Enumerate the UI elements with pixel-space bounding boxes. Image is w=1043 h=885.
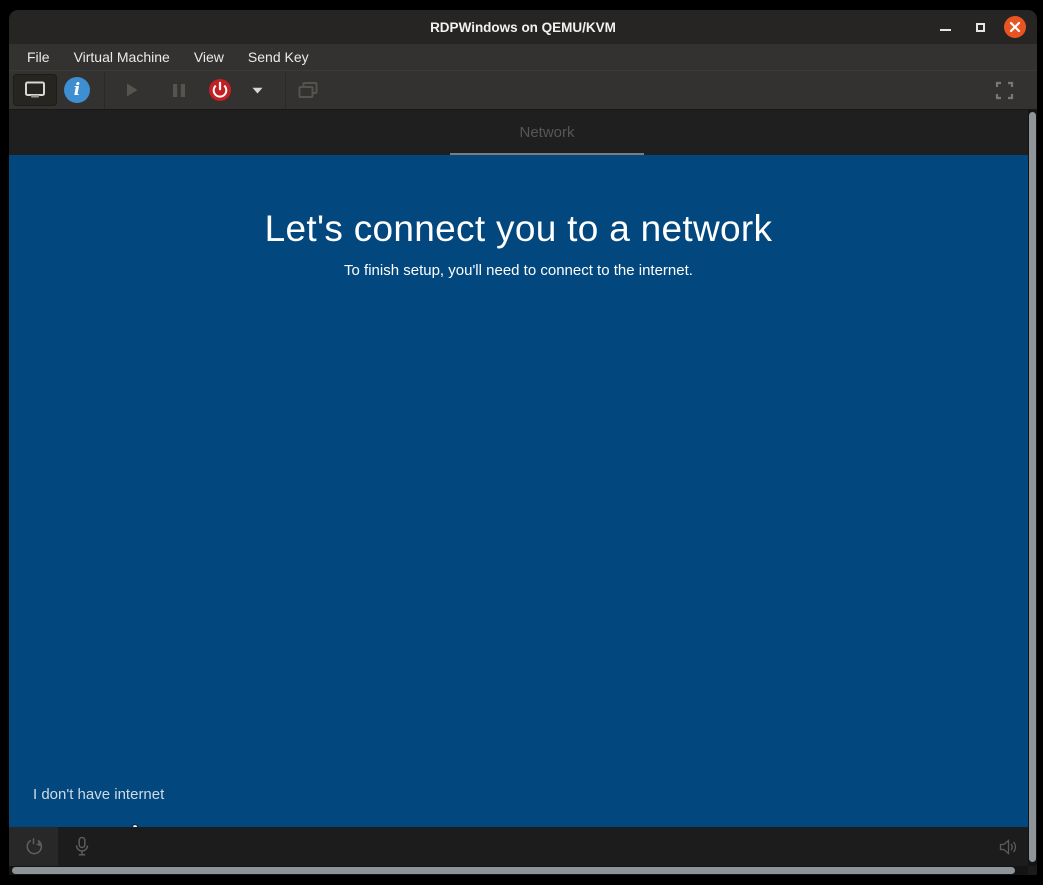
details-button[interactable]: i [57, 74, 97, 106]
power-icon [23, 836, 44, 857]
menu-virtual-machine[interactable]: Virtual Machine [65, 49, 179, 65]
no-internet-link[interactable]: I don't have internet [33, 786, 164, 803]
shutdown-menu-button[interactable] [239, 74, 275, 106]
oobe-step-label: Network [519, 124, 574, 141]
menu-view[interactable]: View [185, 49, 233, 65]
toolbar-separator [285, 71, 286, 109]
vertical-scrollbar [1028, 110, 1037, 875]
oobe-title: Let's connect you to a network [16, 206, 1021, 252]
oobe-step-network: Network [450, 111, 644, 155]
minimize-icon [940, 29, 951, 31]
fullscreen-button[interactable] [987, 74, 1021, 106]
volume-icon [999, 839, 1018, 855]
pause-button[interactable] [157, 74, 201, 106]
microphone-icon [73, 836, 91, 858]
pause-icon [172, 83, 186, 98]
fullscreen-icon [995, 81, 1014, 100]
window-controls [934, 10, 1026, 44]
oobe-volume-button[interactable] [993, 827, 1023, 866]
guest-screen[interactable]: Network Let's connect you to a network T… [9, 110, 1028, 866]
menubar: File Virtual Machine View Send Key [9, 44, 1037, 71]
virt-manager-window: RDPWindows on QEMU/KVM File Virtual Mach… [9, 10, 1037, 875]
maximize-icon [976, 23, 985, 32]
horizontal-scrollbar-thumb[interactable] [12, 867, 1015, 874]
maximize-button[interactable] [969, 16, 991, 38]
guest-viewport: Network Let's connect you to a network T… [9, 110, 1037, 875]
power-icon [208, 78, 232, 102]
oobe-main: Let's connect you to a network To finish… [9, 155, 1028, 827]
virtual-displays-button[interactable] [288, 74, 328, 106]
monitor-icon [23, 80, 47, 100]
horizontal-scrollbar [9, 866, 1028, 875]
vertical-scrollbar-thumb[interactable] [1029, 112, 1036, 862]
oobe-footer [9, 827, 1028, 866]
window-title: RDPWindows on QEMU/KVM [430, 20, 616, 35]
oobe-microphone-button[interactable] [68, 827, 96, 866]
close-icon [1009, 21, 1021, 33]
menu-file[interactable]: File [18, 49, 59, 65]
oobe-header: Network [9, 110, 1028, 155]
info-icon: i [64, 77, 90, 103]
run-button[interactable] [107, 74, 157, 106]
oobe-power-button[interactable] [9, 827, 58, 866]
oobe-heading-block: Let's connect you to a network To finish… [16, 206, 1021, 279]
desktop: RDPWindows on QEMU/KVM File Virtual Mach… [0, 0, 1043, 885]
play-icon [124, 82, 140, 98]
minimize-button[interactable] [934, 16, 956, 38]
toolbar: i [9, 71, 1037, 110]
displays-icon [297, 81, 319, 100]
oobe-subtitle: To finish setup, you'll need to connect … [16, 262, 1021, 279]
menu-send-key[interactable]: Send Key [239, 49, 318, 65]
chevron-down-icon [252, 87, 263, 94]
close-button[interactable] [1004, 16, 1026, 38]
toolbar-separator [104, 71, 105, 109]
scrollbar-corner [1028, 866, 1037, 875]
titlebar: RDPWindows on QEMU/KVM [9, 10, 1037, 44]
shutdown-button[interactable] [201, 74, 239, 106]
graphical-console-button[interactable] [13, 74, 57, 106]
